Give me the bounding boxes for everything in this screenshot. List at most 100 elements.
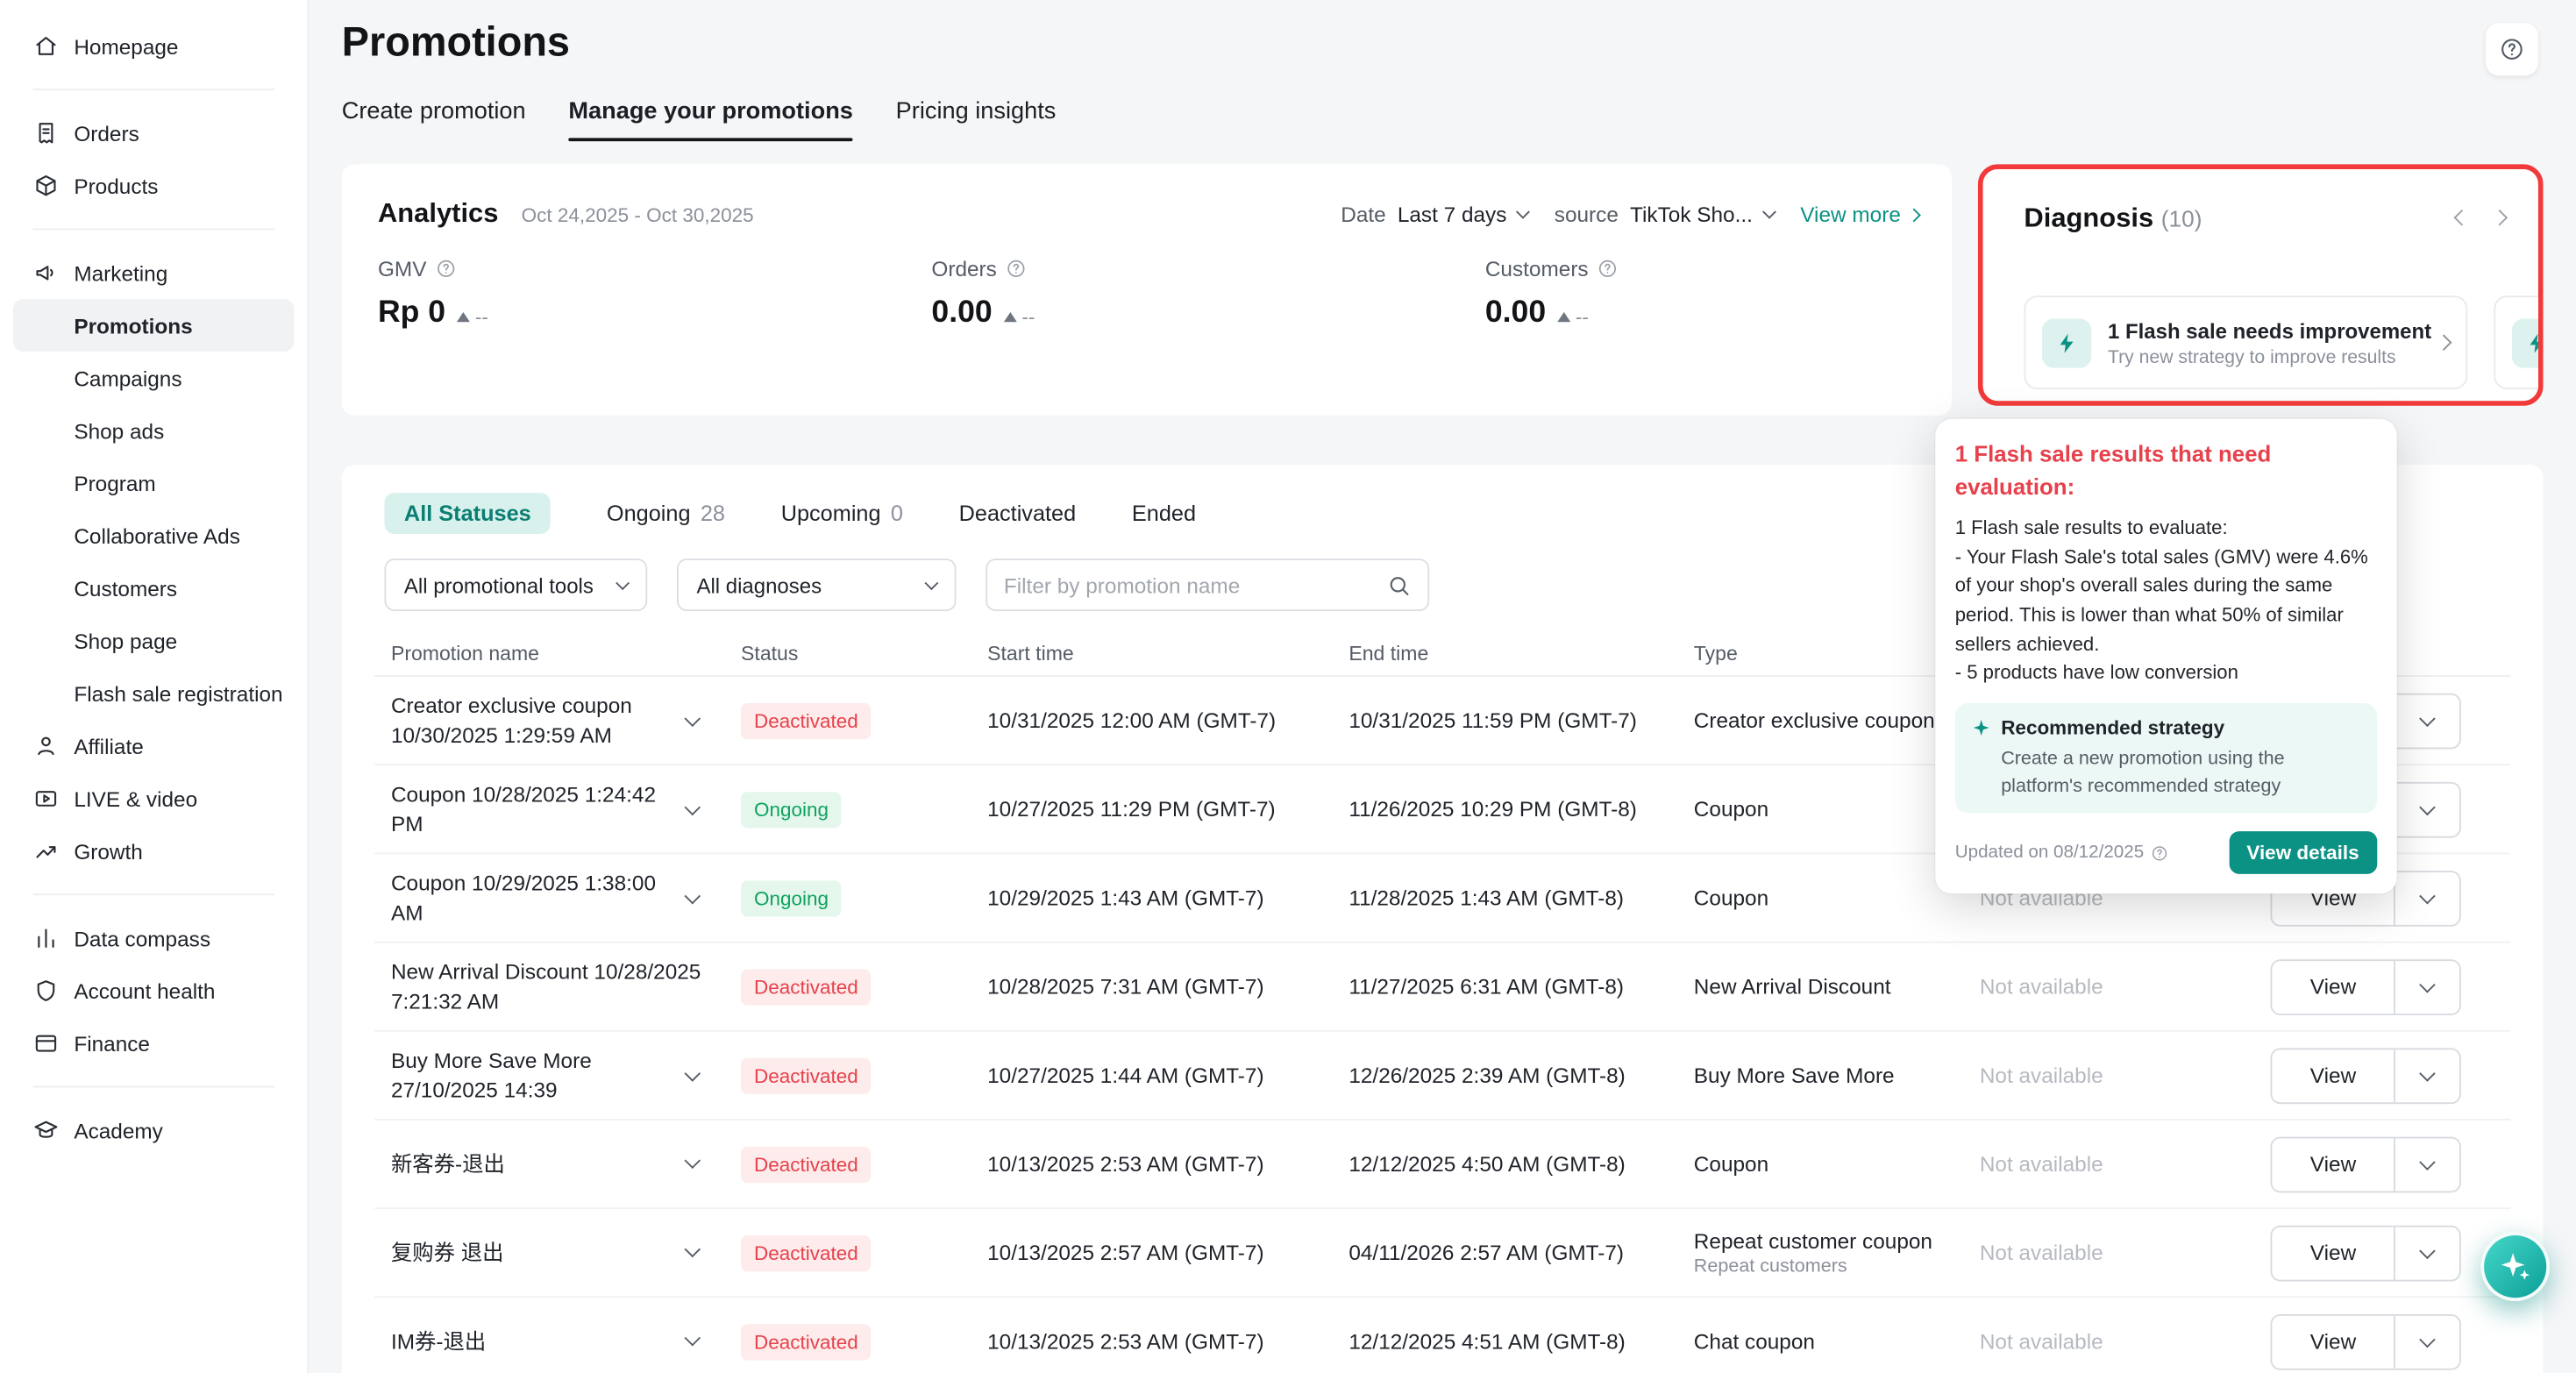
sidebar-item-affiliate[interactable]: Affiliate — [13, 720, 294, 772]
ai-assistant-fab[interactable] — [2480, 1232, 2550, 1301]
diagnoses-filter[interactable]: All diagnoses — [677, 558, 957, 611]
marketing-icon — [32, 260, 59, 286]
sidebar-item-products[interactable]: Products — [13, 160, 294, 212]
sidebar-item-data-compass[interactable]: Data compass — [13, 912, 294, 964]
home-icon — [32, 32, 59, 59]
metric-label: Orders — [931, 256, 996, 281]
view-dropdown-button[interactable] — [2395, 960, 2459, 1013]
chevron-down-icon — [1762, 205, 1776, 219]
info-icon[interactable] — [2151, 844, 2169, 863]
expand-row-button[interactable] — [687, 1161, 698, 1167]
help-button[interactable] — [2486, 23, 2538, 75]
status-tab-ongoing[interactable]: Ongoing28 — [607, 493, 725, 534]
view-dropdown-button[interactable] — [2395, 1138, 2459, 1191]
view-button[interactable]: View — [2272, 1138, 2394, 1191]
view-dropdown-button[interactable] — [2395, 1315, 2459, 1368]
promotion-type: Coupon — [1694, 1151, 1960, 1176]
data-compass-icon — [32, 925, 59, 951]
status-tab-ended[interactable]: Ended — [1132, 493, 1196, 534]
view-button[interactable]: View — [2272, 1049, 2394, 1101]
view-button[interactable]: View — [2272, 960, 2394, 1013]
sidebar-item-academy[interactable]: Academy — [13, 1104, 294, 1156]
sidebar-item-homepage[interactable]: Homepage — [13, 19, 294, 72]
promotional-tools-filter[interactable]: All promotional tools — [384, 558, 647, 611]
affiliate-icon — [32, 733, 59, 759]
view-dropdown-button[interactable] — [2395, 694, 2459, 747]
chevron-down-icon — [2419, 976, 2436, 992]
view-button[interactable]: View — [2272, 1315, 2394, 1368]
diagnosis-card[interactable]: 1 Flash sale needs improvement Try new s… — [2024, 295, 2467, 389]
expand-row-button[interactable] — [687, 894, 698, 900]
view-dropdown-button[interactable] — [2395, 1049, 2459, 1101]
sidebar-item-flash-sale-registration[interactable]: Flash sale registration — [13, 667, 294, 720]
sidebar-item-label: Shop ads — [74, 418, 164, 443]
expand-row-button[interactable] — [687, 1338, 698, 1344]
sidebar-item-growth[interactable]: Growth — [13, 825, 294, 878]
status-tab-upcoming[interactable]: Upcoming0 — [781, 493, 903, 534]
diagnosis-cell: Not available — [1980, 1151, 2271, 1176]
promotion-type: Repeat customer coupon — [1694, 1229, 1960, 1254]
promotion-name: New Arrival Discount 10/28/2025 7:21:32 … — [391, 957, 703, 1015]
status-tab-deactivated[interactable]: Deactivated — [959, 493, 1077, 534]
sidebar-item-campaigns[interactable]: Campaigns — [13, 352, 294, 404]
promotion-name: IM券-退出 — [391, 1327, 486, 1355]
sidebar-item-live-video[interactable]: LIVE & video — [13, 772, 294, 825]
tab-pricing-insights[interactable]: Pricing insights — [896, 98, 1057, 141]
analytics-card: Analytics Oct 24,2025 - Oct 30,2025 Date… — [342, 164, 1952, 416]
view-more-link[interactable]: View more — [1800, 202, 1918, 226]
expand-row-button[interactable] — [687, 806, 698, 812]
view-dropdown-button[interactable] — [2395, 1227, 2459, 1279]
expand-row-button[interactable] — [687, 1249, 698, 1256]
sidebar-item-program[interactable]: Program — [13, 457, 294, 509]
start-time: 10/13/2025 2:57 AM (GMT-7) — [987, 1241, 1348, 1265]
analytics-title: Analytics — [378, 199, 498, 231]
metric-customers: Customers0.00-- — [1485, 256, 2039, 331]
recommended-strategy-box: Recommended strategy Create a new promot… — [1955, 703, 2378, 814]
expand-row-button[interactable] — [687, 717, 698, 723]
sidebar-item-promotions[interactable]: Promotions — [13, 299, 294, 352]
sidebar-item-orders[interactable]: Orders — [13, 107, 294, 160]
question-circle-icon[interactable] — [435, 258, 456, 279]
sidebar-item-account-health[interactable]: Account health — [13, 964, 294, 1017]
sidebar-item-label: Account health — [74, 978, 215, 1003]
view-button[interactable]: View — [2272, 1227, 2394, 1279]
diagnosis-cell: Not available — [1980, 1241, 2271, 1265]
chevron-down-icon — [1516, 205, 1530, 219]
view-details-button[interactable]: View details — [2229, 832, 2378, 875]
tab-create-promotion[interactable]: Create promotion — [342, 98, 526, 141]
end-time: 10/31/2025 11:59 PM (GMT-7) — [1348, 708, 1693, 733]
status-tab-all-statuses[interactable]: All Statuses — [384, 493, 551, 534]
sidebar-item-customers[interactable]: Customers — [13, 562, 294, 615]
delta-up-icon — [1004, 312, 1017, 322]
question-circle-icon[interactable] — [1005, 258, 1026, 279]
column-header: Start time — [987, 642, 1348, 665]
diagnosis-card-partial[interactable] — [2494, 295, 2538, 389]
status-tab-count: 0 — [891, 501, 903, 525]
sidebar-item-label: Promotions — [74, 313, 192, 338]
sidebar-item-finance[interactable]: Finance — [13, 1017, 294, 1070]
diagnosis-title-text: Diagnosis — [2024, 203, 2153, 233]
growth-icon — [32, 838, 59, 864]
metric-delta: -- — [475, 306, 488, 329]
chevron-down-icon — [685, 1331, 701, 1348]
view-dropdown-button[interactable] — [2395, 783, 2459, 836]
sparkles-icon — [2497, 1249, 2533, 1284]
view-dropdown-button[interactable] — [2395, 871, 2459, 924]
expand-row-button[interactable] — [687, 1072, 698, 1078]
source-filter-select[interactable]: TikTok Sho... — [1630, 202, 1774, 226]
column-header: End time — [1348, 642, 1693, 665]
diagnosis-prev-button[interactable] — [2456, 212, 2467, 224]
date-filter-select[interactable]: Last 7 days — [1398, 202, 1528, 226]
question-circle-icon[interactable] — [1597, 258, 1618, 279]
sidebar-item-collaborative-ads[interactable]: Collaborative Ads — [13, 509, 294, 562]
end-time: 11/28/2025 1:43 AM (GMT-8) — [1348, 886, 1693, 910]
tab-manage-your-promotions[interactable]: Manage your promotions — [568, 98, 853, 141]
chevron-down-icon — [685, 710, 701, 727]
sidebar-item-marketing[interactable]: Marketing — [13, 246, 294, 299]
promotion-search-input[interactable] — [1004, 573, 1387, 597]
column-header: Promotion name — [374, 642, 741, 665]
diagnosis-next-button[interactable] — [2494, 212, 2505, 224]
sidebar-item-shop-ads[interactable]: Shop ads — [13, 404, 294, 457]
status-tab-count: 28 — [701, 501, 725, 525]
sidebar-item-shop-page[interactable]: Shop page — [13, 615, 294, 667]
